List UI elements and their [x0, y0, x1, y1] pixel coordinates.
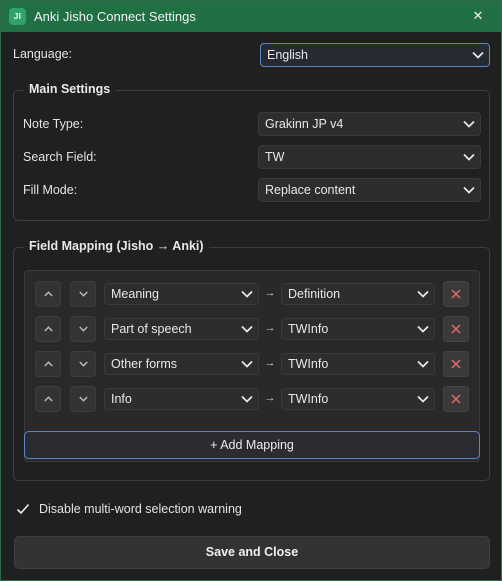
chevron-down-icon [241, 290, 253, 298]
move-up-icon [44, 361, 53, 367]
move-down-icon [79, 396, 88, 402]
target-field-value: TWInfo [288, 322, 329, 336]
field-mapping-group: Field Mapping (Jisho → Anki) Meaning → D… [13, 239, 490, 481]
add-mapping-button[interactable]: + Add Mapping [24, 431, 480, 459]
move-down-icon [79, 361, 88, 367]
mapping-arrow: → [264, 287, 276, 299]
note-type-label: Note Type: [23, 117, 84, 131]
target-field-value: TWInfo [288, 392, 329, 406]
source-field-select[interactable]: Meaning [104, 283, 259, 305]
app-icon: JI [9, 8, 26, 25]
remove-icon [451, 394, 461, 404]
note-type-value: Grakinn JP v4 [265, 117, 344, 131]
main-settings-group: Main Settings Note Type: Grakinn JP v4 S… [13, 82, 490, 221]
target-field-select[interactable]: TWInfo [281, 353, 435, 375]
chevron-down-icon [463, 120, 475, 128]
move-up-button[interactable] [35, 281, 61, 307]
fill-mode-select[interactable]: Replace content [258, 178, 481, 202]
source-field-value: Meaning [111, 287, 159, 301]
target-field-value: Definition [288, 287, 341, 301]
language-label: Language: [13, 47, 73, 61]
move-down-icon [79, 326, 88, 332]
mapping-arrow: → [264, 322, 276, 334]
chevron-down-icon [241, 360, 253, 368]
window-title: Anki Jisho Connect Settings [34, 9, 196, 24]
source-field-value: Info [111, 392, 132, 406]
chevron-down-icon [472, 51, 484, 59]
fill-mode-value: Replace content [265, 183, 356, 197]
target-field-select[interactable]: Definition [281, 283, 435, 305]
target-field-value: TWInfo [288, 357, 329, 371]
language-select[interactable]: English [260, 43, 490, 67]
main-settings-title: Main Settings [24, 82, 116, 96]
move-down-button[interactable] [70, 351, 96, 377]
chevron-down-icon [463, 153, 475, 161]
settings-window: JI Anki Jisho Connect Settings ✕ Languag… [0, 0, 502, 581]
language-select-value: English [267, 48, 308, 62]
remove-mapping-button[interactable] [443, 351, 469, 377]
move-up-button[interactable] [35, 316, 61, 342]
chevron-down-icon [241, 325, 253, 333]
chevron-down-icon [417, 395, 429, 403]
chevron-down-icon [417, 290, 429, 298]
mapping-arrow: → [264, 392, 276, 404]
close-icon[interactable]: ✕ [455, 1, 501, 32]
source-field-value: Other forms [111, 357, 177, 371]
remove-mapping-button[interactable] [443, 281, 469, 307]
source-field-select[interactable]: Info [104, 388, 259, 410]
remove-icon [451, 324, 461, 334]
move-up-icon [44, 291, 53, 297]
mapping-arrow: → [264, 357, 276, 369]
disable-multiword-label[interactable]: Disable multi-word selection warning [39, 502, 242, 516]
field-mapping-title: Field Mapping (Jisho → Anki) [24, 239, 209, 253]
search-field-select[interactable]: TW [258, 145, 481, 169]
title-bar: JI Anki Jisho Connect Settings ✕ [1, 1, 501, 32]
search-field-label: Search Field: [23, 150, 97, 164]
move-down-button[interactable] [70, 386, 96, 412]
move-up-button[interactable] [35, 351, 61, 377]
remove-icon [451, 289, 461, 299]
move-up-icon [44, 396, 53, 402]
chevron-down-icon [417, 325, 429, 333]
note-type-select[interactable]: Grakinn JP v4 [258, 112, 481, 136]
remove-mapping-button[interactable] [443, 316, 469, 342]
source-field-value: Part of speech [111, 322, 192, 336]
move-down-button[interactable] [70, 281, 96, 307]
save-and-close-button[interactable]: Save and Close [14, 536, 490, 569]
chevron-down-icon [463, 186, 475, 194]
move-down-icon [79, 291, 88, 297]
checkmark-icon[interactable] [15, 501, 31, 517]
source-field-select[interactable]: Part of speech [104, 318, 259, 340]
move-up-button[interactable] [35, 386, 61, 412]
search-field-value: TW [265, 150, 285, 164]
source-field-select[interactable]: Other forms [104, 353, 259, 375]
chevron-down-icon [417, 360, 429, 368]
move-down-button[interactable] [70, 316, 96, 342]
remove-mapping-button[interactable] [443, 386, 469, 412]
chevron-down-icon [241, 395, 253, 403]
target-field-select[interactable]: TWInfo [281, 318, 435, 340]
remove-icon [451, 359, 461, 369]
target-field-select[interactable]: TWInfo [281, 388, 435, 410]
move-up-icon [44, 326, 53, 332]
fill-mode-label: Fill Mode: [23, 183, 78, 197]
